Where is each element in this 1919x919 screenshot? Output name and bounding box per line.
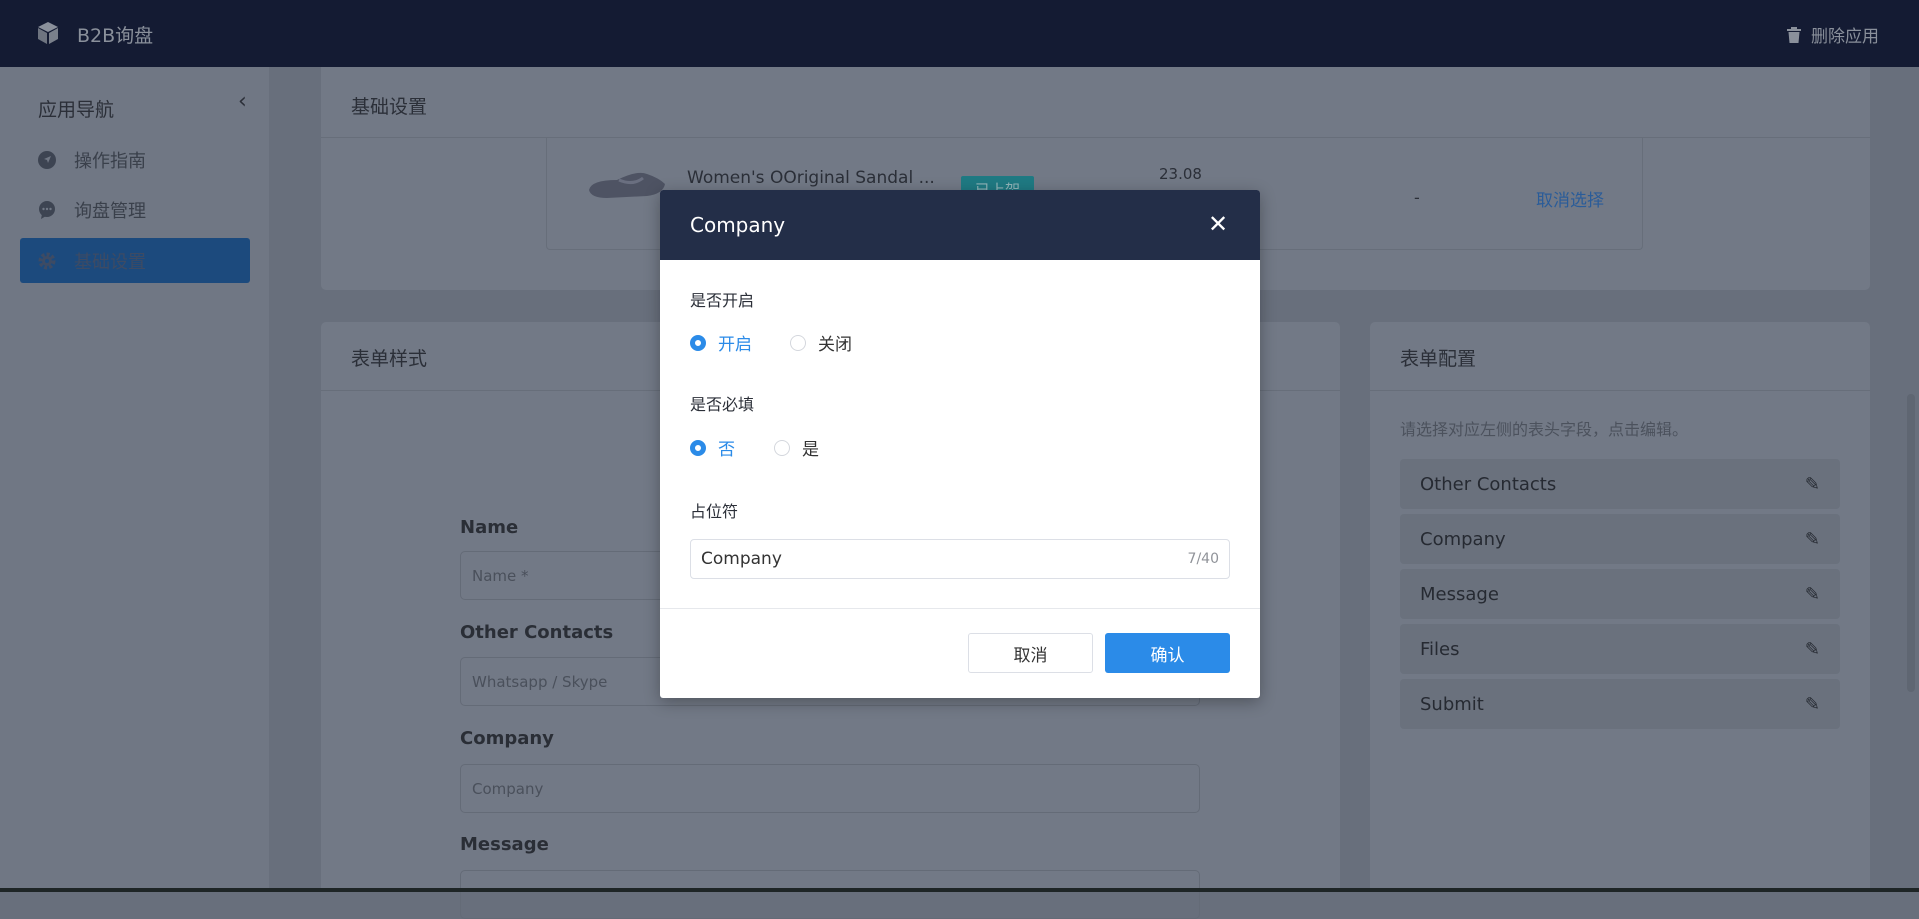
- config-item-label: Files: [1420, 638, 1460, 660]
- navigation-icon: [38, 150, 56, 169]
- pencil-icon[interactable]: ✎: [1805, 584, 1820, 605]
- trash-icon: [1787, 26, 1801, 43]
- deselect-link[interactable]: 取消选择: [1536, 186, 1604, 211]
- config-hint: 请选择对应左侧的表头字段，点击编辑。: [1400, 420, 1689, 439]
- placeholder: Company: [472, 779, 544, 798]
- product-extra: -: [1414, 188, 1420, 207]
- sidebar-title: 应用导航: [38, 99, 115, 121]
- message-input[interactable]: [460, 870, 1200, 919]
- sidebar-item-label: 操作指南: [74, 150, 146, 172]
- footer-divider: [660, 608, 1260, 609]
- sidebar-item-label: 询盘管理: [74, 200, 146, 222]
- card-title: 表单配置: [1400, 348, 1477, 370]
- field-label: Message: [460, 834, 549, 855]
- pencil-icon[interactable]: ✎: [1805, 639, 1820, 660]
- field-label: Name: [460, 517, 519, 538]
- sidebar: 应用导航 ‹ 操作指南 询盘管理 基础设置: [0, 67, 269, 892]
- radio-enable-off[interactable]: 关闭: [790, 330, 852, 355]
- radio-label: 关闭: [818, 335, 852, 355]
- placeholder: Name *: [472, 566, 529, 585]
- collapse-chevron-icon[interactable]: ‹: [238, 89, 247, 114]
- radio-label: 是: [802, 440, 819, 460]
- sidebar-item-inquiries[interactable]: 询盘管理: [20, 187, 250, 232]
- config-item[interactable]: Other Contacts ✎: [1400, 459, 1840, 509]
- config-item[interactable]: Submit ✎: [1400, 679, 1840, 729]
- sidebar-item-basic-settings[interactable]: 基础设置: [20, 238, 250, 283]
- placeholder-label: 占位符: [690, 502, 739, 521]
- sidebar-item-guide[interactable]: 操作指南: [20, 137, 250, 182]
- product-price: 23.08: [1159, 165, 1202, 183]
- radio-enable-on[interactable]: 开启: [690, 330, 752, 355]
- delete-app-button[interactable]: 删除应用: [1787, 22, 1879, 47]
- config-item[interactable]: Company ✎: [1400, 514, 1840, 564]
- config-item-label: Submit: [1420, 693, 1484, 715]
- gear-icon: [38, 252, 56, 269]
- enable-label: 是否开启: [690, 291, 755, 310]
- confirm-button[interactable]: 确认: [1105, 633, 1230, 673]
- input-value: Company: [701, 549, 782, 569]
- cancel-button[interactable]: 取消: [968, 633, 1093, 673]
- radio-required-yes[interactable]: 是: [774, 435, 819, 460]
- product-name: Women's OOriginal Sandal ...: [687, 168, 935, 188]
- pencil-icon[interactable]: ✎: [1805, 694, 1820, 715]
- config-item-label: Other Contacts: [1420, 473, 1557, 495]
- chat-icon: [39, 200, 55, 219]
- company-input[interactable]: Company: [460, 764, 1200, 813]
- app-title: B2B询盘: [77, 25, 154, 47]
- char-count: 7/40: [1187, 551, 1219, 567]
- radio-label: 开启: [718, 335, 752, 355]
- modal-title: Company: [690, 213, 786, 237]
- delete-app-label: 删除应用: [1811, 27, 1879, 47]
- placeholder: Whatsapp / Skype: [472, 672, 608, 691]
- modal-header: Company ✕: [660, 190, 1260, 260]
- field-label: Other Contacts: [460, 622, 614, 643]
- config-item-label: Message: [1420, 583, 1499, 605]
- top-bar: B2B询盘 删除应用: [0, 0, 1919, 67]
- pencil-icon[interactable]: ✎: [1805, 474, 1820, 495]
- field-label: Company: [460, 728, 554, 749]
- radio-label: 否: [718, 440, 735, 460]
- config-item-label: Company: [1420, 528, 1506, 550]
- card-title: 基础设置: [351, 96, 428, 118]
- sidebar-item-label: 基础设置: [74, 251, 146, 273]
- field-edit-modal: Company ✕ 是否开启 开启 关闭 是否必填 否 是 占位符 Compan…: [660, 190, 1260, 698]
- card-title: 表单样式: [351, 348, 428, 370]
- product-image: [589, 172, 665, 198]
- bottom-edge: [0, 888, 1919, 892]
- close-icon[interactable]: ✕: [1208, 210, 1228, 238]
- config-item[interactable]: Files ✎: [1400, 624, 1840, 674]
- radio-required-no[interactable]: 否: [690, 435, 735, 460]
- required-label: 是否必填: [690, 395, 755, 414]
- cube-icon: [38, 22, 58, 44]
- config-item[interactable]: Message ✎: [1400, 569, 1840, 619]
- placeholder-input[interactable]: Company 7/40: [690, 539, 1230, 579]
- scrollbar-thumb[interactable]: [1907, 394, 1915, 692]
- pencil-icon[interactable]: ✎: [1805, 529, 1820, 550]
